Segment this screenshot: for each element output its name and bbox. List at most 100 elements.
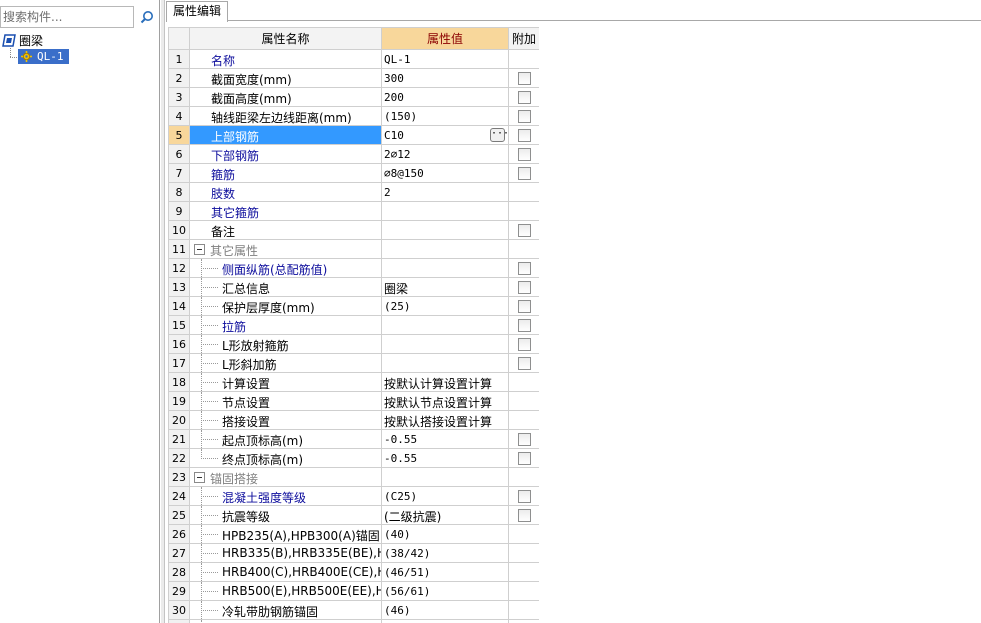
extra-checkbox[interactable] bbox=[517, 452, 531, 465]
extra-checkbox[interactable] bbox=[517, 129, 531, 142]
search-button[interactable] bbox=[136, 6, 158, 28]
row-number: 18 bbox=[168, 372, 190, 392]
property-name-cell: 侧面纵筋(总配筋值) bbox=[189, 258, 382, 278]
property-row[interactable]: 27 HRB335(B),HRB335E(BE),HRBF(38/42) bbox=[168, 543, 539, 563]
header-property-name[interactable]: 属性名称 bbox=[189, 27, 382, 50]
property-value-cell[interactable]: ⌀8@150 bbox=[381, 163, 509, 183]
property-row[interactable]: 17 L形斜加筋 bbox=[168, 353, 539, 373]
property-row[interactable]: 7 箍筋 ⌀8@150 bbox=[168, 163, 539, 183]
property-value-cell[interactable]: (40) bbox=[381, 524, 509, 544]
panel-splitter[interactable] bbox=[161, 0, 165, 623]
property-row[interactable]: 3 截面高度(mm) 200 bbox=[168, 87, 539, 107]
property-value-cell[interactable] bbox=[381, 258, 509, 278]
extra-checkbox[interactable] bbox=[517, 148, 531, 161]
property-row[interactable]: 1 名称 QL-1 bbox=[168, 49, 539, 69]
property-value-cell[interactable]: 圈梁 bbox=[381, 277, 509, 297]
property-value-cell[interactable]: (C25) bbox=[381, 486, 509, 506]
property-row[interactable]: 26 HPB235(A),HPB300(A)锚固 (40) bbox=[168, 524, 539, 544]
property-row[interactable]: 4 轴线距梁左边线距离(mm) (150) bbox=[168, 106, 539, 126]
property-row[interactable]: 5 上部钢筋 C10 ··· bbox=[168, 125, 539, 145]
property-value-cell[interactable]: 300 bbox=[381, 68, 509, 88]
property-row[interactable]: 20 搭接设置 按默认搭接设置计算 bbox=[168, 410, 539, 430]
property-value-cell[interactable] bbox=[381, 315, 509, 335]
extra-checkbox[interactable] bbox=[517, 281, 531, 294]
property-row[interactable]: 21 起点顶标高(m) -0.55 bbox=[168, 429, 539, 449]
row-number: 19 bbox=[168, 391, 190, 411]
extra-checkbox[interactable] bbox=[517, 91, 531, 104]
property-value-cell[interactable]: (二级抗震) bbox=[381, 505, 509, 525]
property-row[interactable]: 9 其它箍筋 bbox=[168, 201, 539, 221]
property-value-cell[interactable]: (38/42) bbox=[381, 543, 509, 563]
collapse-icon[interactable] bbox=[194, 472, 205, 483]
property-value-cell[interactable]: 按默认搭接设置计算 bbox=[381, 410, 509, 430]
property-row[interactable]: 19 节点设置 按默认节点设置计算 bbox=[168, 391, 539, 411]
property-value-cell[interactable]: 按默认计算设置计算 bbox=[381, 372, 509, 392]
property-value-cell[interactable]: 200 bbox=[381, 87, 509, 107]
header-extra[interactable]: 附加 bbox=[508, 27, 539, 50]
extra-checkbox[interactable] bbox=[517, 319, 531, 332]
collapse-icon[interactable] bbox=[194, 244, 205, 255]
property-row[interactable]: 10 备注 bbox=[168, 220, 539, 240]
property-row[interactable]: 2 截面宽度(mm) 300 bbox=[168, 68, 539, 88]
property-row[interactable]: 8 肢数 2 bbox=[168, 182, 539, 202]
extra-checkbox[interactable] bbox=[517, 300, 531, 313]
property-row[interactable]: 28 HRB400(C),HRB400E(CE),HRBF(46/51) bbox=[168, 562, 539, 582]
tree-node-ring-beam[interactable]: 圈梁 bbox=[2, 32, 43, 48]
extra-checkbox[interactable] bbox=[517, 224, 531, 237]
property-row[interactable]: 30 冷轧带肋钢筋锚固 (46) bbox=[168, 600, 539, 620]
extra-checkbox[interactable] bbox=[517, 72, 531, 85]
property-row[interactable]: 25 抗震等级 (二级抗震) bbox=[168, 505, 539, 525]
property-value-cell[interactable]: -0.55 bbox=[381, 448, 509, 468]
property-value-cell[interactable]: 按默认节点设置计算 bbox=[381, 391, 509, 411]
property-row[interactable]: 14 保护层厚度(mm) (25) bbox=[168, 296, 539, 316]
property-name: 上部钢筋 bbox=[211, 130, 260, 144]
property-row[interactable]: 13 汇总信息 圈梁 bbox=[168, 277, 539, 297]
property-value-cell[interactable] bbox=[381, 220, 509, 240]
tab-property-editor[interactable]: 属性编辑 bbox=[166, 1, 228, 22]
extra-checkbox[interactable] bbox=[517, 509, 531, 522]
property-row[interactable]: 22 终点顶标高(m) -0.55 bbox=[168, 448, 539, 468]
header-property-value[interactable]: 属性值 bbox=[381, 27, 509, 50]
property-row[interactable]: 29 HRB500(E),HRB500E(EE),HRBF(56/61) bbox=[168, 581, 539, 601]
property-value-cell[interactable] bbox=[381, 619, 509, 623]
property-value-cell[interactable]: (46/51) bbox=[381, 562, 509, 582]
property-row[interactable]: 15 拉筋 bbox=[168, 315, 539, 335]
property-value-cell[interactable]: -0.55 bbox=[381, 429, 509, 449]
property-value-cell[interactable]: 2⌀12 bbox=[381, 144, 509, 164]
extra-checkbox[interactable] bbox=[517, 357, 531, 370]
property-value-cell[interactable]: (25) bbox=[381, 296, 509, 316]
property-row[interactable]: 31 bbox=[168, 619, 539, 623]
property-row[interactable]: 23 锚固搭接 bbox=[168, 467, 539, 487]
extra-checkbox[interactable] bbox=[517, 110, 531, 123]
property-value-cell[interactable]: QL-1 bbox=[381, 49, 509, 69]
property-value-cell[interactable] bbox=[381, 239, 509, 259]
extra-checkbox[interactable] bbox=[517, 490, 531, 503]
property-value-cell[interactable]: 2 bbox=[381, 182, 509, 202]
property-value-cell[interactable]: (46) bbox=[381, 600, 509, 620]
tree-node-ql-1[interactable]: QL-1 bbox=[18, 49, 69, 64]
search-input[interactable]: 搜索构件... bbox=[0, 6, 134, 28]
property-value-cell[interactable]: (150) bbox=[381, 106, 509, 126]
property-value: 2 bbox=[384, 186, 391, 199]
property-row[interactable]: 16 L形放射箍筋 bbox=[168, 334, 539, 354]
property-row[interactable]: 24 混凝土强度等级 (C25) bbox=[168, 486, 539, 506]
header-row-number bbox=[168, 27, 190, 50]
property-row[interactable]: 12 侧面纵筋(总配筋值) bbox=[168, 258, 539, 278]
property-row[interactable]: 6 下部钢筋 2⌀12 bbox=[168, 144, 539, 164]
property-value-cell[interactable] bbox=[381, 353, 509, 373]
extra-checkbox[interactable] bbox=[517, 433, 531, 446]
property-value-cell[interactable]: C10 ··· bbox=[381, 125, 509, 145]
property-value-cell[interactable] bbox=[381, 201, 509, 221]
property-row[interactable]: 18 计算设置 按默认计算设置计算 bbox=[168, 372, 539, 392]
group-header-cell[interactable]: 其它属性 bbox=[189, 239, 382, 259]
property-value-cell[interactable]: (56/61) bbox=[381, 581, 509, 601]
property-row[interactable]: 11 其它属性 bbox=[168, 239, 539, 259]
property-value-cell[interactable] bbox=[381, 334, 509, 354]
property-value-cell[interactable] bbox=[381, 467, 509, 487]
extra-checkbox[interactable] bbox=[517, 338, 531, 351]
row-number: 30 bbox=[168, 600, 190, 620]
extra-checkbox[interactable] bbox=[517, 167, 531, 180]
group-header-cell[interactable]: 锚固搭接 bbox=[189, 467, 382, 487]
extra-checkbox[interactable] bbox=[517, 262, 531, 275]
ellipsis-button[interactable]: ··· bbox=[490, 128, 508, 142]
